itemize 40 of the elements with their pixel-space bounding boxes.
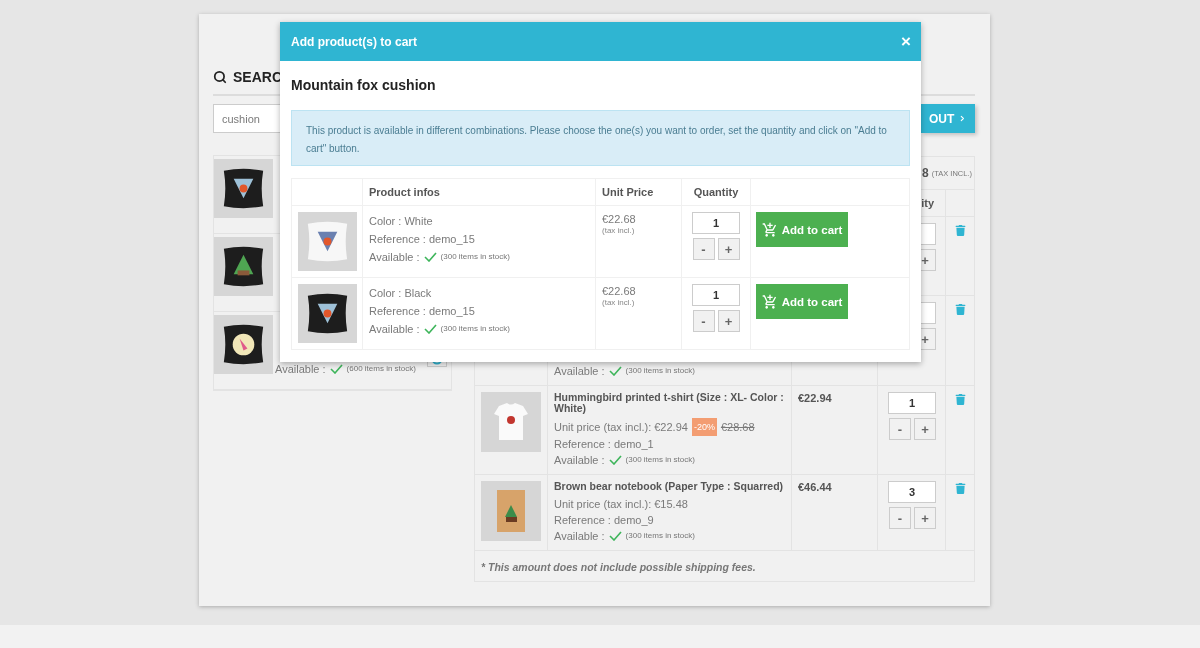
- line-total: €22.94: [798, 392, 833, 404]
- discount-badge: -20%: [691, 418, 717, 436]
- column-header: Quantity: [693, 186, 739, 198]
- stock-count: (300 items in stock): [440, 323, 510, 335]
- tax-note: (tax incl.): [602, 226, 636, 235]
- section-title: SEARC: [233, 69, 282, 85]
- reference-text: Reference : demo_9: [554, 513, 655, 528]
- color-text: Color : White: [369, 214, 434, 229]
- unit-price: Unit price (tax incl.): €15.48: [554, 497, 688, 512]
- unit-price: €22.68: [602, 284, 637, 298]
- notice-text: This product is available in different combinations. Please choose the one(s) you want to order, set the quantity and click on "Add to cart" button.: [306, 125, 887, 154]
- availability-label: Available :: [554, 453, 605, 468]
- unit-price: €22.68: [602, 212, 637, 226]
- stock-count: (300 items in stock): [440, 251, 510, 263]
- line-total: €46.44: [798, 481, 833, 493]
- stock-count: (300 items in stock): [625, 454, 695, 466]
- stock-count: (300 items in stock): [625, 365, 695, 377]
- availability-label: Available :: [369, 250, 420, 265]
- cart-total: 8: [922, 166, 929, 180]
- stock-count: (300 items in stock): [625, 530, 695, 542]
- reference-text: Reference : demo_15: [369, 304, 476, 319]
- availability-label: Available :: [275, 362, 326, 377]
- old-price: €28.68: [720, 420, 755, 435]
- reference-text: Reference : demo_1: [554, 437, 655, 452]
- color-text: Color : Black: [369, 286, 433, 301]
- product-name: Brown bear notebook (Paper Type : Squarred): [554, 481, 785, 492]
- availability-label: Available :: [369, 322, 420, 337]
- unit-price: Unit price (tax incl.): €22.94: [554, 420, 688, 435]
- reference-text: Reference : demo_15: [369, 232, 476, 247]
- shipping-note: * This amount does not include possible shipping fees.: [481, 561, 756, 573]
- modal-title: Add product(s) to cart: [291, 34, 417, 49]
- column-header: Unit Price: [602, 186, 654, 198]
- availability-label: Available :: [554, 364, 605, 379]
- tax-note: (tax incl.): [602, 298, 636, 307]
- product-name: Hummingbird printed t-shirt (Size : XL- Color : White): [554, 392, 785, 414]
- product-title: Mountain fox cushion: [291, 77, 437, 93]
- availability-label: Available :: [554, 529, 605, 544]
- column-header: Product infos: [369, 186, 440, 198]
- stock-count: (600 items in stock): [346, 363, 416, 375]
- column-header: ity: [921, 197, 934, 209]
